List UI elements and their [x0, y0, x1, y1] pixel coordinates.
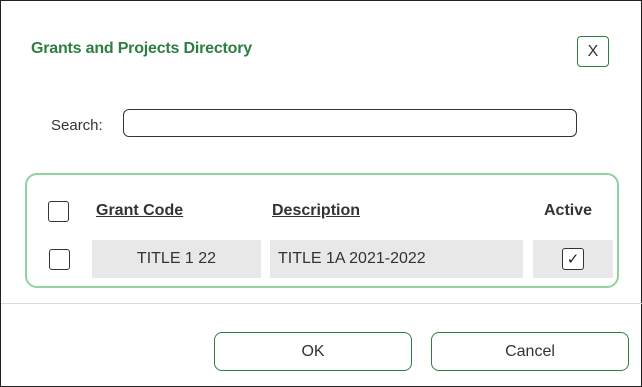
ok-button[interactable]: OK: [214, 332, 412, 371]
footer-divider: [1, 303, 642, 304]
checkmark-icon: ✓: [566, 251, 580, 268]
column-header-active: Active: [544, 202, 593, 219]
dialog-title: Grants and Projects Directory: [31, 40, 252, 57]
grants-projects-dialog: Grants and Projects Directory X Search: …: [0, 0, 642, 387]
description-cell: TITLE 1A 2021-2022: [270, 240, 523, 278]
search-input[interactable]: [123, 109, 577, 137]
search-label: Search:: [51, 117, 103, 134]
close-button[interactable]: X: [577, 36, 609, 67]
column-header-description[interactable]: Description: [272, 202, 360, 220]
grant-code-cell: TITLE 1 22: [92, 240, 261, 278]
close-icon: X: [587, 42, 599, 60]
active-checkbox[interactable]: ✓: [562, 248, 584, 270]
row-select-checkbox[interactable]: [49, 249, 70, 270]
column-header-grant-code[interactable]: Grant Code: [96, 202, 183, 220]
select-all-checkbox[interactable]: [48, 201, 69, 222]
active-cell: ✓: [533, 240, 613, 278]
cancel-button[interactable]: Cancel: [431, 332, 629, 371]
